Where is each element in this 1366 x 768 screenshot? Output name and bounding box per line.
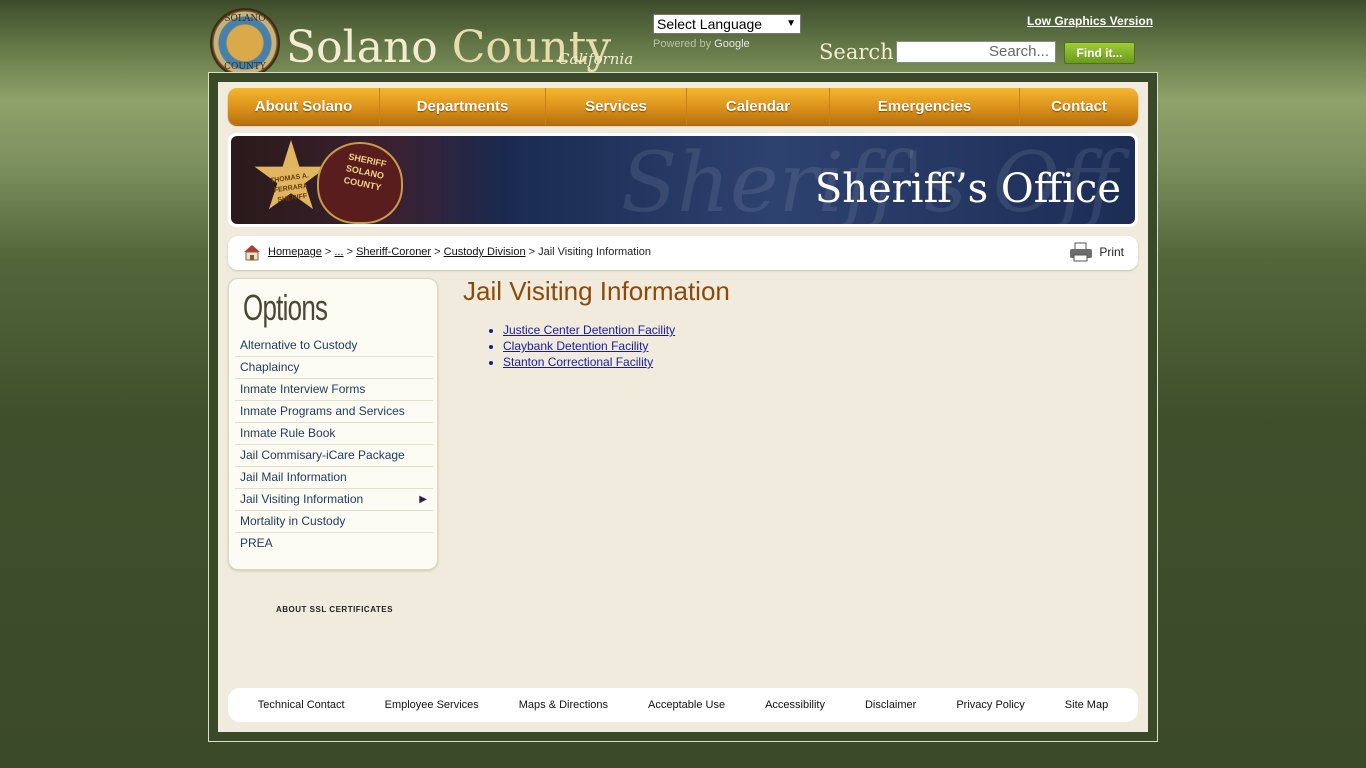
- print-button[interactable]: Print: [1069, 242, 1124, 262]
- footer-technical-contact[interactable]: Technical Contact: [258, 699, 345, 711]
- active-arrow-icon: ▶: [419, 494, 427, 505]
- facility-links: Justice Center Detention Facility Clayba…: [487, 322, 675, 370]
- nav-departments[interactable]: Departments: [380, 88, 546, 125]
- powered-by-google: Powered by Google: [653, 38, 750, 50]
- low-graphics-link[interactable]: Low Graphics Version: [1027, 14, 1153, 28]
- ssl-certificates-link[interactable]: ABOUT SSL CERTIFICATES: [276, 605, 393, 614]
- printer-icon: [1070, 242, 1093, 262]
- breadcrumb-homepage[interactable]: Homepage: [268, 246, 322, 258]
- breadcrumb-separator: >: [346, 246, 357, 258]
- list-item: Stanton Correctional Facility: [503, 354, 675, 370]
- breadcrumb-trail: Homepage > ... > Sheriff-Coroner > Custo…: [268, 246, 651, 258]
- search-input[interactable]: Search...: [896, 41, 1056, 63]
- footer-accessibility[interactable]: Accessibility: [765, 699, 825, 711]
- home-icon[interactable]: [242, 242, 262, 262]
- footer-employee-services[interactable]: Employee Services: [385, 699, 479, 711]
- footer-links: Technical Contact Employee Services Maps…: [228, 688, 1138, 722]
- nav-emergencies[interactable]: Emergencies: [830, 88, 1020, 125]
- nav-about-solano[interactable]: About Solano: [228, 88, 380, 125]
- banner-title: Sheriff’s Office: [814, 166, 1121, 212]
- breadcrumb: Homepage > ... > Sheriff-Coroner > Custo…: [228, 236, 1138, 270]
- sidebar-item-label: Mortality in Custody: [240, 514, 346, 528]
- link-stanton[interactable]: Stanton Correctional Facility: [503, 355, 653, 369]
- google-brand: Google: [714, 38, 750, 50]
- banner-image: THOMAS A. FERRARA SHERIFF SHERIFF SOLANO…: [231, 136, 1135, 224]
- nav-services[interactable]: Services: [546, 88, 687, 125]
- language-select[interactable]: Select Language ▼: [653, 14, 801, 34]
- sidebar-item-label: Chaplaincy: [240, 360, 300, 374]
- footer-disclaimer[interactable]: Disclaimer: [865, 699, 916, 711]
- sidebar-item-prea[interactable]: PREA: [235, 533, 433, 555]
- footer-privacy-policy[interactable]: Privacy Policy: [956, 699, 1024, 711]
- sidebar-title: Options: [243, 287, 328, 328]
- main-nav: About Solano Departments Services Calend…: [228, 88, 1138, 125]
- sidebar-menu: Alternative to Custody Chaplaincy Inmate…: [235, 335, 433, 555]
- sidebar-item-mortality-in-custody[interactable]: Mortality in Custody: [235, 511, 433, 533]
- sidebar-item-alternative-to-custody[interactable]: Alternative to Custody: [235, 335, 433, 357]
- sidebar-item-label: Inmate Interview Forms: [240, 382, 366, 396]
- nav-calendar[interactable]: Calendar: [687, 88, 830, 125]
- sidebar-item-label: Jail Visiting Information: [240, 492, 364, 506]
- breadcrumb-custody-division[interactable]: Custody Division: [444, 246, 526, 258]
- sidebar-item-inmate-rule-book[interactable]: Inmate Rule Book: [235, 423, 433, 445]
- seal-bottom-text: COUNTY: [224, 62, 266, 72]
- list-item: Claybank Detention Facility: [503, 338, 675, 354]
- link-claybank[interactable]: Claybank Detention Facility: [503, 339, 648, 353]
- list-item: Justice Center Detention Facility: [503, 322, 675, 338]
- find-it-button[interactable]: Find it...: [1064, 42, 1135, 64]
- department-banner: THOMAS A. FERRARA SHERIFF SHERIFF SOLANO…: [228, 133, 1138, 227]
- language-select-value: Select Language: [657, 16, 763, 32]
- link-justice-center[interactable]: Justice Center Detention Facility: [503, 323, 675, 337]
- sidebar-item-jail-mail[interactable]: Jail Mail Information: [235, 467, 433, 489]
- footer-site-map[interactable]: Site Map: [1065, 699, 1108, 711]
- sidebar-item-chaplaincy[interactable]: Chaplaincy: [235, 357, 433, 379]
- sidebar-item-jail-commisary[interactable]: Jail Commisary-iCare Package: [235, 445, 433, 467]
- sidebar-item-label: Inmate Rule Book: [240, 426, 336, 440]
- breadcrumb-separator: >: [434, 246, 444, 258]
- sidebar-item-label: Inmate Programs and Services: [240, 404, 405, 418]
- footer-maps-directions[interactable]: Maps & Directions: [519, 699, 608, 711]
- nav-contact[interactable]: Contact: [1020, 88, 1138, 125]
- county-seal-logo[interactable]: SOLANO COUNTY: [210, 8, 280, 78]
- logo-word-solano: Solano: [286, 22, 438, 73]
- sidebar-item-label: Alternative to Custody: [240, 338, 358, 352]
- sidebar-item-label: Jail Mail Information: [240, 470, 347, 484]
- sidebar-item-jail-visiting[interactable]: Jail Visiting Information ▶: [235, 489, 433, 511]
- page-title: Jail Visiting Information: [463, 276, 730, 306]
- breadcrumb-current: Jail Visiting Information: [538, 246, 652, 258]
- breadcrumb-separator: >: [324, 246, 335, 258]
- options-sidebar: Options Alternative to Custody Chaplainc…: [228, 278, 438, 570]
- search-label: Search: [819, 40, 894, 64]
- breadcrumb-separator: >: [528, 246, 539, 258]
- logo-subtitle: California: [558, 50, 634, 68]
- breadcrumb-sheriff-coroner[interactable]: Sheriff-Coroner: [356, 246, 431, 258]
- breadcrumb-ellipsis[interactable]: ...: [334, 246, 343, 258]
- print-label: Print: [1099, 245, 1124, 259]
- powered-by-label: Powered by: [653, 38, 712, 50]
- seal-top-text: SOLANO: [224, 14, 266, 24]
- sidebar-item-label: PREA: [240, 536, 273, 550]
- sidebar-item-inmate-interview-forms[interactable]: Inmate Interview Forms: [235, 379, 433, 401]
- sidebar-item-inmate-programs[interactable]: Inmate Programs and Services: [235, 401, 433, 423]
- sidebar-item-label: Jail Commisary-iCare Package: [240, 448, 405, 462]
- footer-acceptable-use[interactable]: Acceptable Use: [648, 699, 725, 711]
- chevron-down-icon: ▼: [786, 18, 796, 29]
